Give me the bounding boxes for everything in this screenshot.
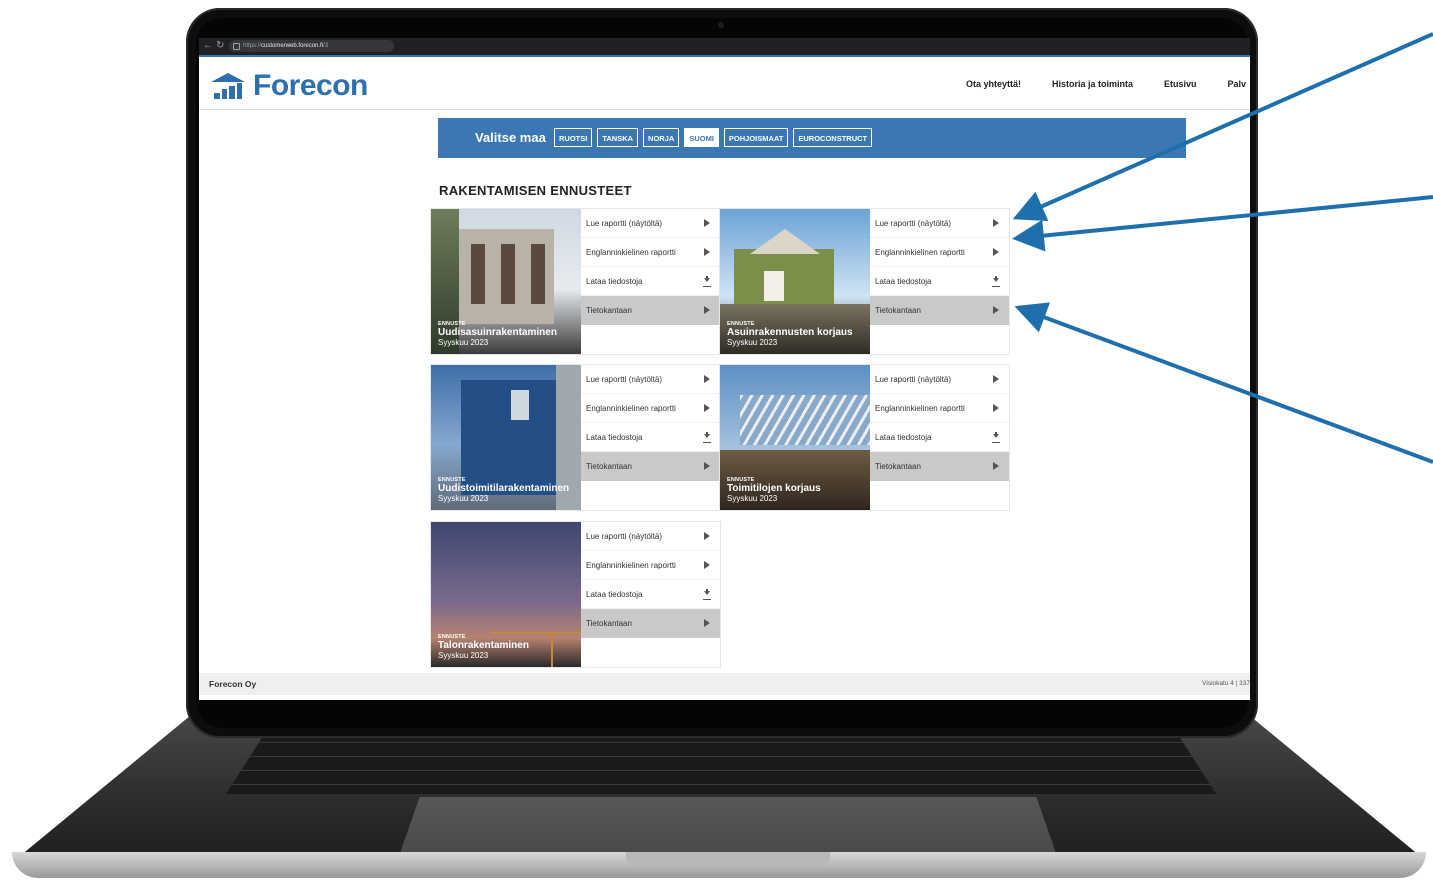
annotation-arrow-english-report	[1012, 195, 1433, 252]
annotation-arrow-database	[1014, 302, 1433, 464]
annotation-arrows	[1012, 32, 1433, 464]
annotation-arrow-read-report	[1012, 32, 1433, 221]
